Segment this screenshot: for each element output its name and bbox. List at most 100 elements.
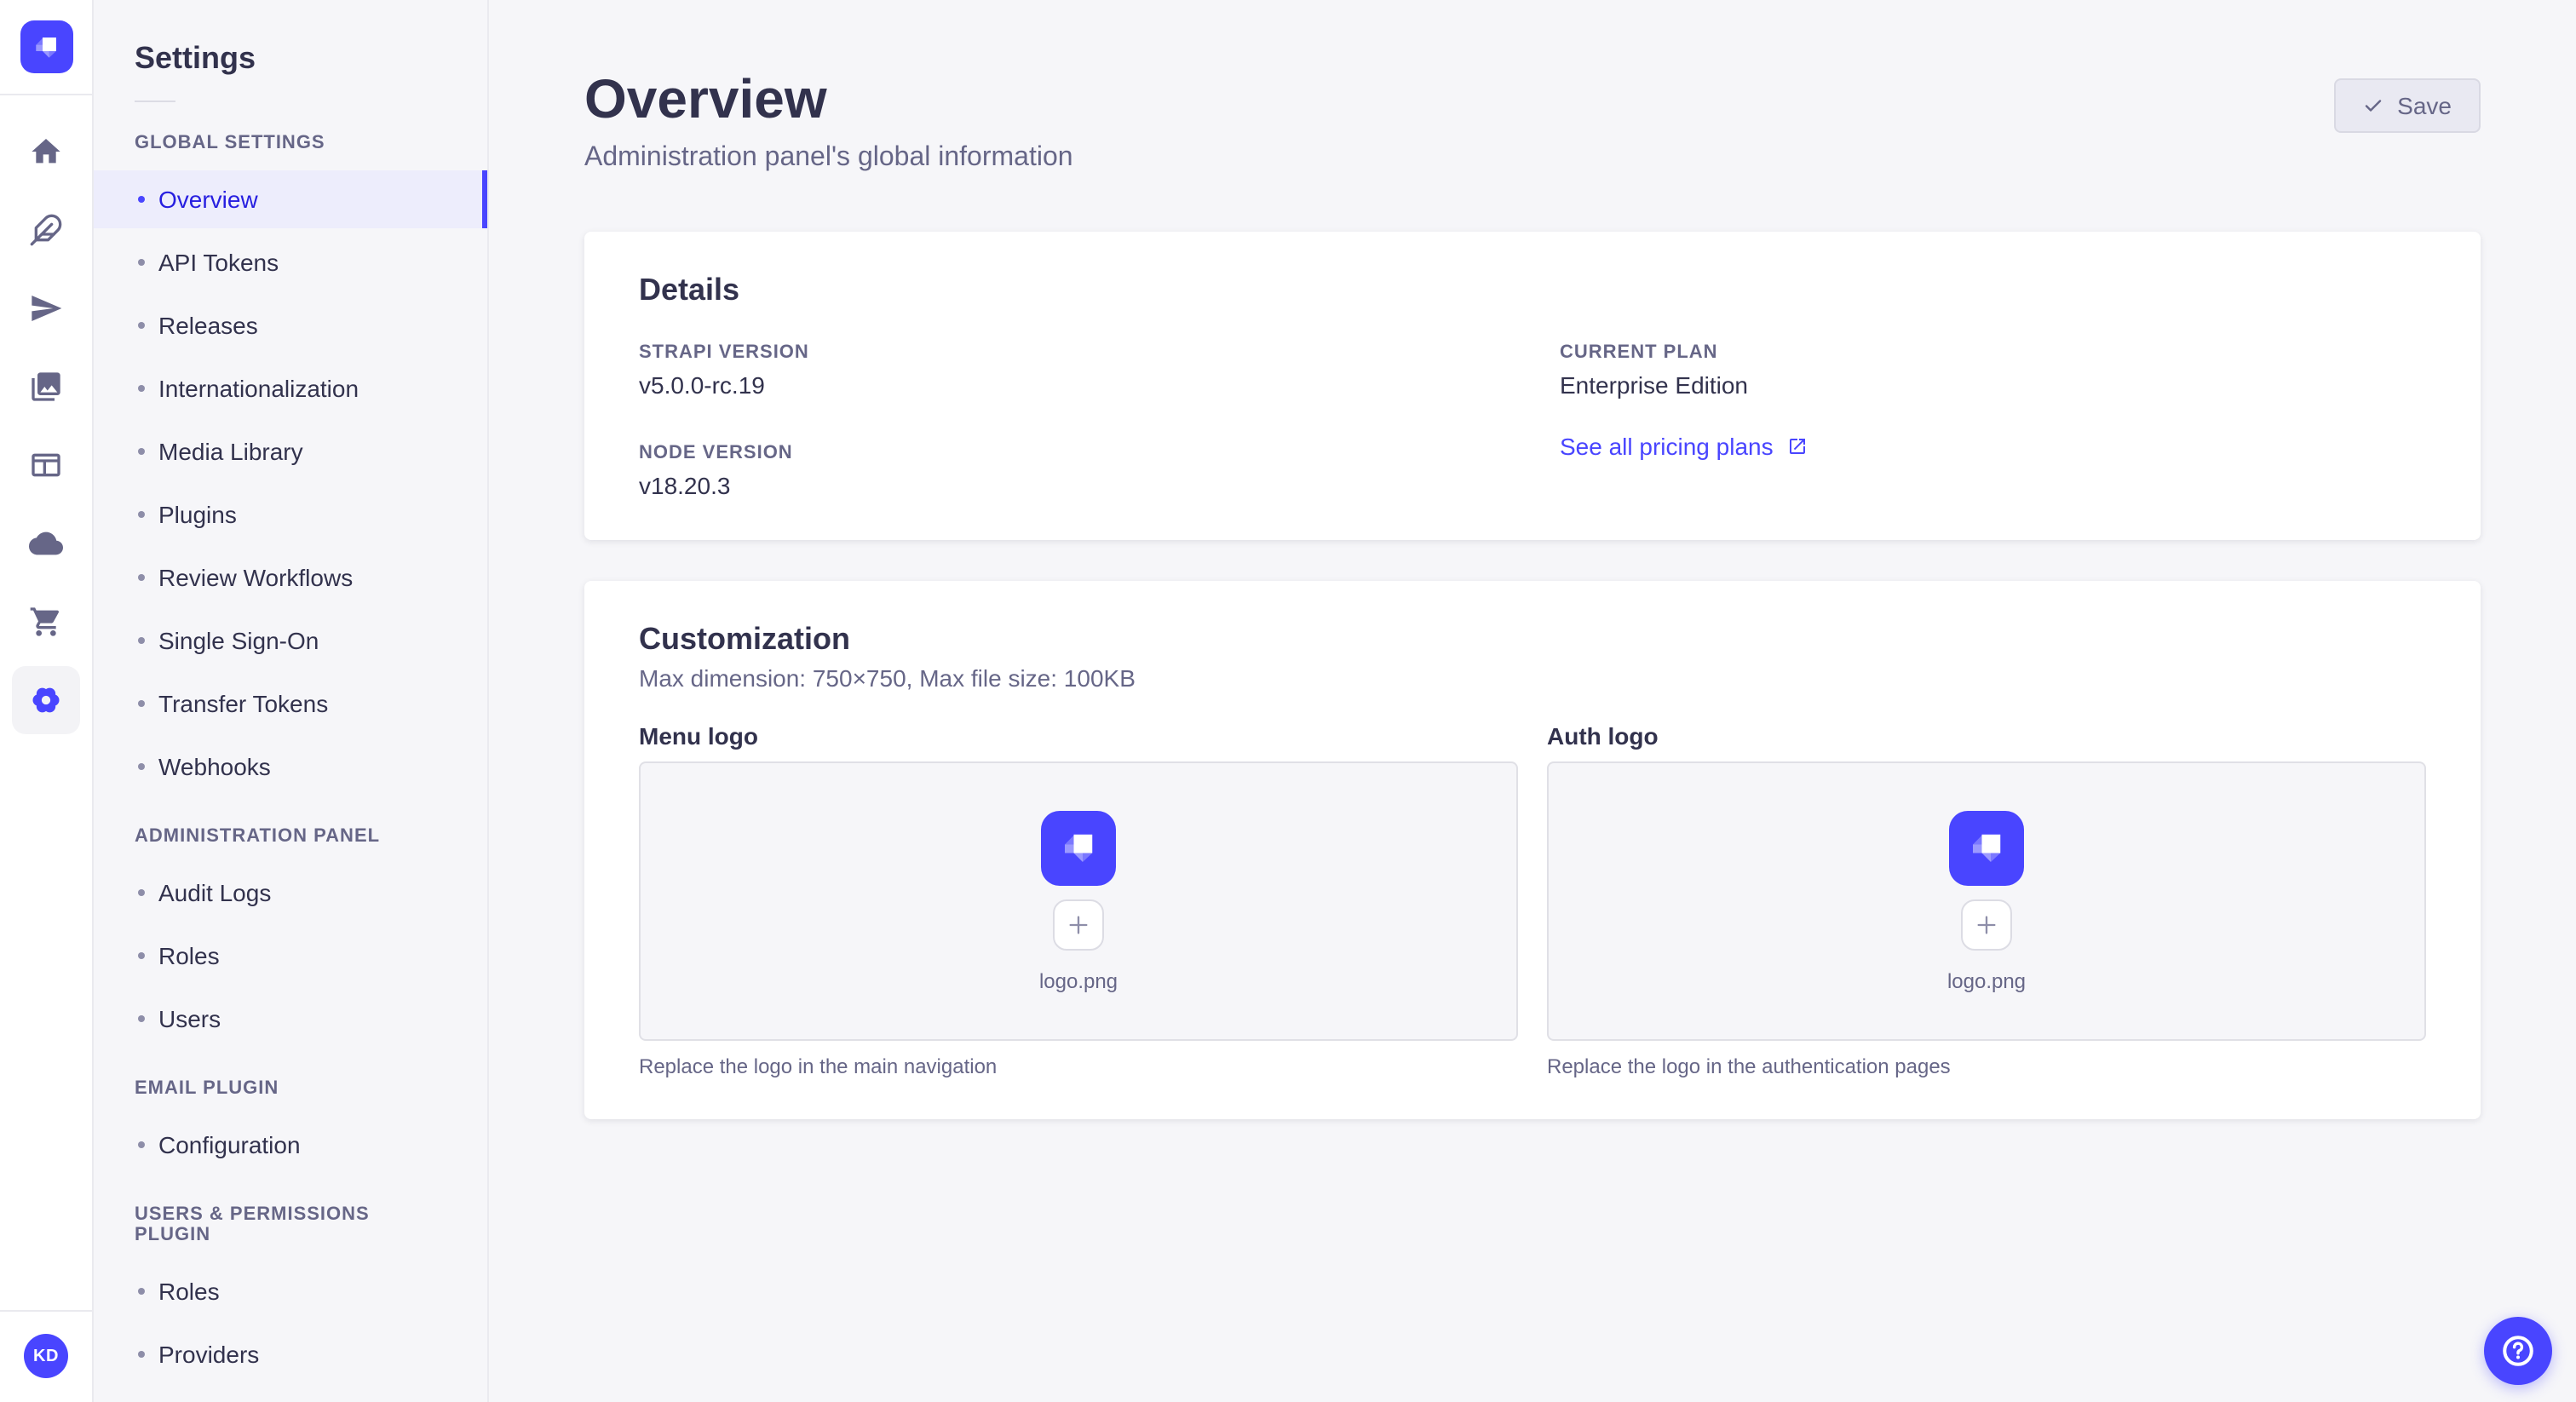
field-value: Enterprise Edition: [1560, 371, 1749, 399]
pricing-plans-link[interactable]: See all pricing plans: [1560, 433, 1808, 460]
menu-logo-label: Menu logo: [639, 722, 758, 750]
save-button-label: Save: [2397, 92, 2452, 119]
node-version-field: NODE VERSION v18.20.3: [639, 443, 1505, 499]
menu-logo-filename: logo.png: [1038, 968, 1118, 992]
menu-logo-upload-group: Menu logo logo.png Replace the logo in t…: [639, 722, 1518, 1078]
bullet-dot: [138, 448, 145, 455]
field-value: v5.0.0-rc.19: [639, 371, 765, 399]
subnav-header: Settings: [94, 0, 487, 102]
media-library-icon[interactable]: [12, 353, 80, 421]
section-label: ADMINISTRATION PANEL: [135, 826, 381, 847]
bullet-dot: [138, 952, 145, 959]
menu-logo-add-button[interactable]: [1052, 899, 1104, 950]
customization-card: Customization Max dimension: 750×750, Ma…: [584, 581, 2481, 1119]
strapi-admin-app: KD Settings GLOBAL SETTINGS Overview API…: [0, 0, 2576, 1402]
bullet-dot: [138, 196, 145, 203]
sidebar-item-webhooks[interactable]: Webhooks: [94, 738, 487, 796]
auth-logo-dropzone[interactable]: logo.png: [1547, 761, 2426, 1041]
bullet-dot: [138, 700, 145, 707]
strapi-logo[interactable]: [20, 20, 72, 73]
sidebar-item-up-roles[interactable]: Roles: [94, 1262, 487, 1320]
bullet-dot: [138, 637, 145, 644]
page-title: Overview: [584, 68, 827, 129]
sidebar-item-up-providers[interactable]: Providers: [94, 1325, 487, 1383]
section-users-permissions-plugin: USERS & PERMISSIONS PLUGIN Roles Provide…: [94, 1204, 487, 1383]
feather-icon[interactable]: [12, 196, 80, 264]
menu-logo-preview: [1040, 810, 1116, 885]
auth-logo-add-button[interactable]: [1960, 899, 2012, 950]
external-link-icon: [1789, 439, 1805, 454]
user-avatar[interactable]: KD: [24, 1334, 68, 1378]
sidebar-item-releases[interactable]: Releases: [94, 296, 487, 354]
bullet-dot: [138, 1288, 145, 1295]
sidebar-item-plugins[interactable]: Plugins: [94, 486, 487, 543]
customization-card-subtitle: Max dimension: 750×750, Max file size: 1…: [639, 664, 1136, 692]
help-button[interactable]: [2484, 1317, 2552, 1385]
current-plan-field: CURRENT PLAN Enterprise Edition: [1560, 342, 2426, 399]
strapi-version-field: STRAPI VERSION v5.0.0-rc.19: [639, 342, 1505, 399]
details-left-column: STRAPI VERSION v5.0.0-rc.19 NODE VERSION…: [639, 342, 1505, 499]
rail-bottom: KD: [0, 1310, 92, 1402]
pricing-plans-link-label: See all pricing plans: [1560, 433, 1774, 460]
check-icon: [2365, 100, 2382, 112]
auth-logo-filename: logo.png: [1946, 968, 2027, 992]
sidebar-item-admin-users[interactable]: Users: [94, 990, 487, 1048]
details-grid: STRAPI VERSION v5.0.0-rc.19 NODE VERSION…: [639, 342, 2426, 499]
home-icon[interactable]: [12, 118, 80, 186]
menu-logo-caption: Replace the logo in the main navigation: [639, 1054, 998, 1078]
field-label: STRAPI VERSION: [639, 342, 809, 363]
auth-logo-upload-group: Auth logo logo.png Replace the logo in t…: [1547, 722, 2426, 1078]
bullet-dot: [138, 322, 145, 329]
help-icon: [2503, 1336, 2533, 1366]
sidebar-item-email-configuration[interactable]: Configuration: [94, 1116, 487, 1174]
section-label: USERS & PERMISSIONS PLUGIN: [135, 1204, 370, 1245]
bullet-dot: [138, 1015, 145, 1022]
content-layout-icon[interactable]: [12, 431, 80, 499]
save-button[interactable]: Save: [2334, 78, 2481, 133]
auth-logo-preview: [1948, 810, 2024, 885]
rail-logo-section: [0, 0, 92, 95]
main-nav-rail: KD: [0, 0, 94, 1402]
page-header: Overview Administration panel's global i…: [584, 72, 2481, 174]
bullet-dot: [138, 763, 145, 770]
subnav-title: Settings: [135, 41, 256, 75]
sidebar-item-overview[interactable]: Overview: [94, 170, 487, 228]
auth-logo-caption: Replace the logo in the authentication p…: [1547, 1054, 1951, 1078]
settings-gear-icon[interactable]: [12, 666, 80, 734]
sidebar-item-internationalization[interactable]: Internationalization: [94, 359, 487, 417]
sidebar-item-media-library[interactable]: Media Library: [94, 422, 487, 480]
section-administration-panel: ADMINISTRATION PANEL Audit Logs Roles Us…: [94, 826, 487, 1048]
details-card: Details STRAPI VERSION v5.0.0-rc.19 NODE…: [584, 232, 2481, 540]
sidebar-item-audit-logs[interactable]: Audit Logs: [94, 864, 487, 922]
page-subtitle: Administration panel's global informatio…: [584, 143, 1073, 172]
bullet-dot: [138, 574, 145, 581]
cloud-icon[interactable]: [12, 509, 80, 577]
section-email-plugin: EMAIL PLUGIN Configuration: [94, 1078, 487, 1174]
sidebar-item-transfer-tokens[interactable]: Transfer Tokens: [94, 675, 487, 733]
sidebar-item-admin-roles[interactable]: Roles: [94, 927, 487, 985]
strapi-logo-icon: [36, 37, 56, 57]
menu-logo-stack: logo.png: [1039, 810, 1118, 992]
customization-card-title: Customization: [639, 622, 850, 656]
section-global-settings: GLOBAL SETTINGS Overview API Tokens Rele…: [94, 133, 487, 796]
bullet-dot: [138, 1351, 145, 1358]
send-icon[interactable]: [12, 274, 80, 342]
main-content: Overview Administration panel's global i…: [489, 0, 2576, 1402]
auth-logo-stack: logo.png: [1947, 810, 2026, 992]
field-value: v18.20.3: [639, 472, 731, 499]
sidebar-item-api-tokens[interactable]: API Tokens: [94, 233, 487, 291]
settings-subnav: Settings GLOBAL SETTINGS Overview API To…: [94, 0, 489, 1402]
section-label: GLOBAL SETTINGS: [135, 133, 325, 153]
logo-uploads-row: Menu logo logo.png Replace the logo in t…: [639, 722, 2426, 1078]
details-card-title: Details: [639, 273, 740, 307]
bullet-dot: [138, 889, 145, 896]
marketplace-cart-icon[interactable]: [12, 588, 80, 656]
page-header-text: Overview Administration panel's global i…: [584, 72, 1073, 174]
bullet-dot: [138, 1141, 145, 1148]
details-right-column: CURRENT PLAN Enterprise Edition See all …: [1560, 342, 2426, 499]
strapi-logo-icon: [1064, 833, 1093, 861]
menu-logo-dropzone[interactable]: logo.png: [639, 761, 1518, 1041]
sidebar-item-single-sign-on[interactable]: Single Sign-On: [94, 612, 487, 669]
sidebar-item-review-workflows[interactable]: Review Workflows: [94, 549, 487, 606]
field-label: CURRENT PLAN: [1560, 342, 1718, 363]
